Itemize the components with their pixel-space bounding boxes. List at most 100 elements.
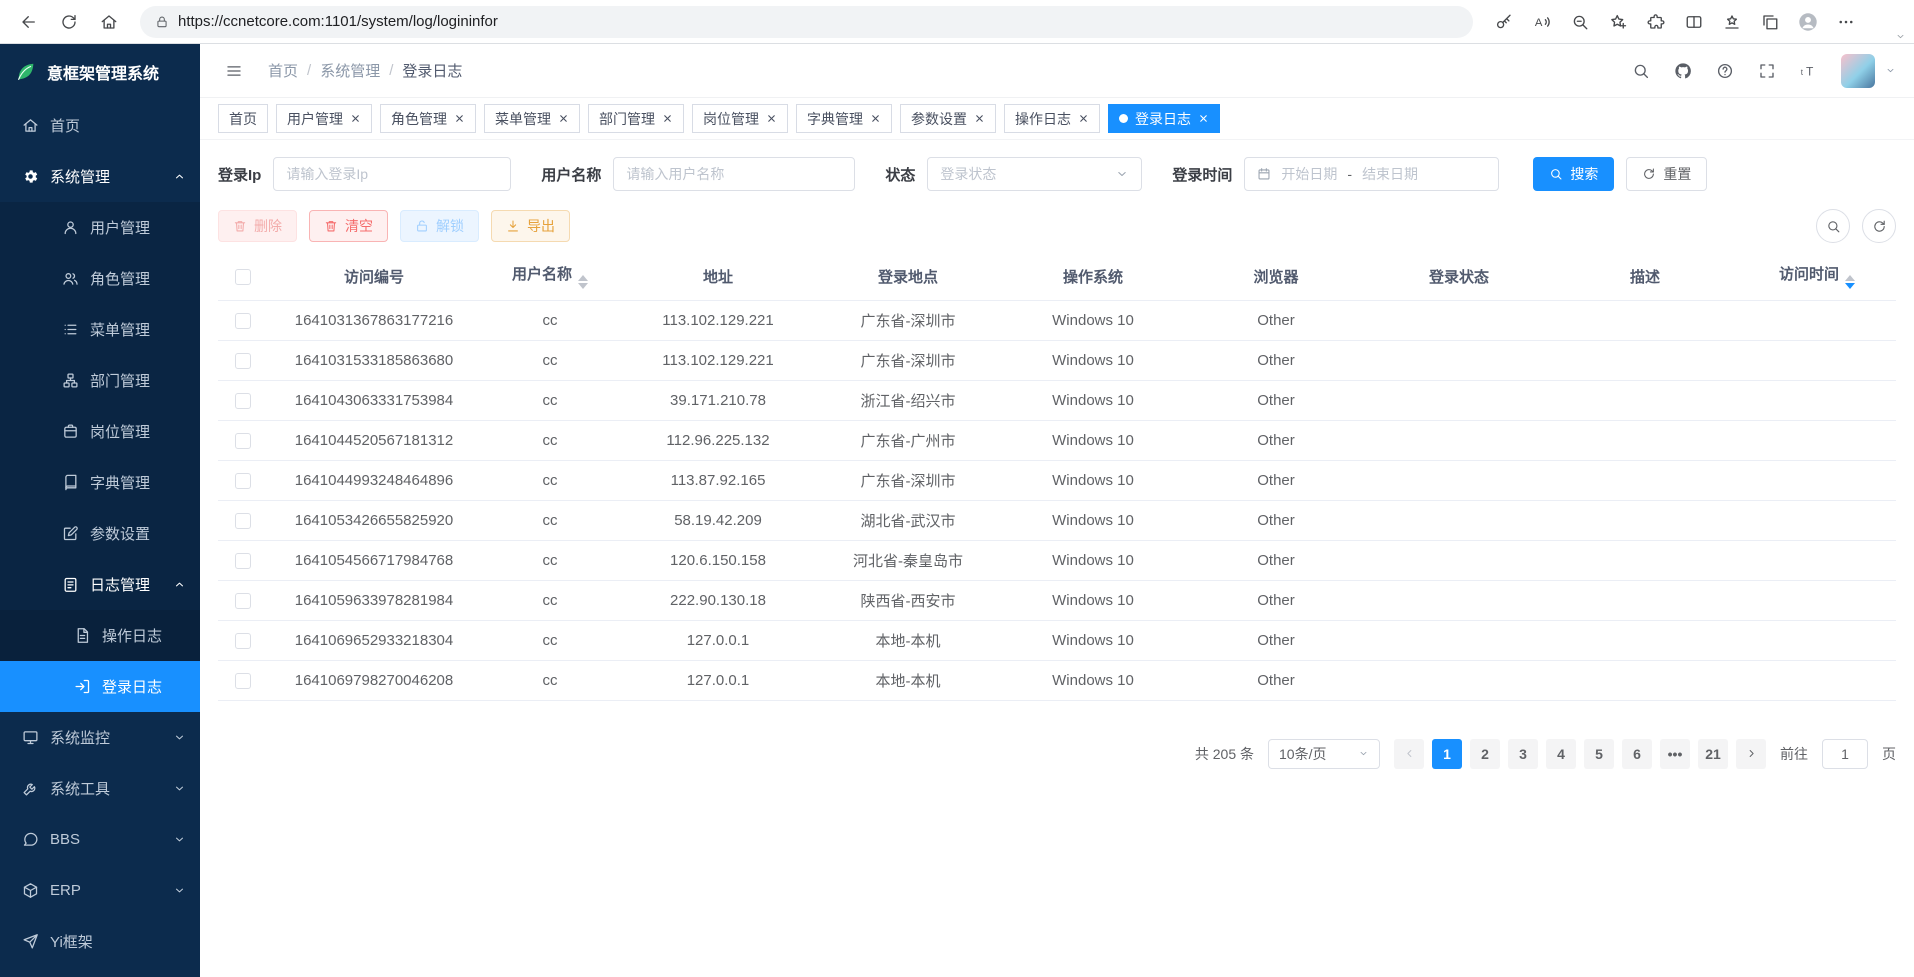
- table-row[interactable]: 1641069652933218304 cc 127.0.0.1 本地-本机 W…: [218, 620, 1896, 660]
- login-ip-input[interactable]: [273, 157, 511, 191]
- close-icon[interactable]: [662, 113, 673, 124]
- row-checkbox[interactable]: [235, 633, 251, 649]
- close-icon[interactable]: [766, 113, 777, 124]
- sidebar-item-menu-mgmt[interactable]: 菜单管理: [0, 304, 200, 355]
- browser-profile-button[interactable]: [1789, 4, 1827, 40]
- date-range-picker[interactable]: 开始日期 - 结束日期: [1244, 157, 1499, 191]
- tab-login-log[interactable]: 登录日志: [1108, 104, 1220, 133]
- page-button[interactable]: 21: [1698, 739, 1728, 769]
- password-manager-button[interactable]: [1485, 4, 1523, 40]
- row-checkbox[interactable]: [235, 593, 251, 609]
- close-icon[interactable]: [1198, 113, 1209, 124]
- table-row[interactable]: 1641053426655825920 cc 58.19.42.209 湖北省-…: [218, 500, 1896, 540]
- browser-home-button[interactable]: [90, 4, 128, 40]
- tab-role-mgmt[interactable]: 角色管理: [380, 104, 476, 133]
- sidebar-item-home[interactable]: 首页: [0, 100, 200, 151]
- sidebar-item-login-log[interactable]: 登录日志: [0, 661, 200, 712]
- breadcrumb-system-mgmt[interactable]: 系统管理: [320, 60, 380, 81]
- tab-menu-mgmt[interactable]: 菜单管理: [484, 104, 580, 133]
- refresh-button[interactable]: [50, 4, 88, 40]
- sidebar-item-erp[interactable]: ERP: [0, 865, 200, 916]
- row-checkbox[interactable]: [235, 673, 251, 689]
- table-row[interactable]: 1641031367863177216 cc 113.102.129.221 广…: [218, 300, 1896, 340]
- refresh-table-button[interactable]: [1862, 209, 1896, 243]
- header-search-button[interactable]: [1625, 55, 1657, 87]
- page-button[interactable]: 2: [1470, 739, 1500, 769]
- close-icon[interactable]: [1078, 113, 1089, 124]
- start-date-placeholder[interactable]: 开始日期: [1281, 164, 1337, 184]
- table-row[interactable]: 1641043063331753984 cc 39.171.210.78 浙江省…: [218, 380, 1896, 420]
- user-name-input[interactable]: [613, 157, 855, 191]
- sidebar-item-bbs[interactable]: BBS: [0, 814, 200, 865]
- tab-post-mgmt[interactable]: 岗位管理: [692, 104, 788, 133]
- sidebar-item-dept-mgmt[interactable]: 部门管理: [0, 355, 200, 406]
- favorites-bar-button[interactable]: [1713, 4, 1751, 40]
- table-row[interactable]: 1641044993248464896 cc 113.87.92.165 广东省…: [218, 460, 1896, 500]
- goto-page-input[interactable]: [1822, 739, 1868, 769]
- export-button[interactable]: 导出: [491, 210, 570, 242]
- fullscreen-button[interactable]: [1751, 55, 1783, 87]
- read-aloud-button[interactable]: [1523, 4, 1561, 40]
- sidebar-item-yi-framework[interactable]: Yi框架: [0, 916, 200, 967]
- sidebar-item-operation-log[interactable]: 操作日志: [0, 610, 200, 661]
- row-checkbox[interactable]: [235, 353, 251, 369]
- lock-icon[interactable]: [155, 15, 169, 29]
- close-icon[interactable]: [558, 113, 569, 124]
- end-date-placeholder[interactable]: 结束日期: [1362, 164, 1418, 184]
- back-button[interactable]: [10, 4, 48, 40]
- select-all-checkbox[interactable]: [235, 269, 251, 285]
- reset-button[interactable]: 重置: [1626, 157, 1707, 191]
- browser-settings-button[interactable]: [1827, 4, 1865, 40]
- page-button[interactable]: •••: [1660, 739, 1690, 769]
- page-button[interactable]: 5: [1584, 739, 1614, 769]
- github-button[interactable]: [1667, 55, 1699, 87]
- row-checkbox[interactable]: [235, 393, 251, 409]
- sidebar-item-log-mgmt[interactable]: 日志管理: [0, 559, 200, 610]
- sidebar-item-system-mgmt[interactable]: 系统管理: [0, 151, 200, 202]
- split-screen-button[interactable]: [1675, 4, 1713, 40]
- close-icon[interactable]: [974, 113, 985, 124]
- chevron-down-icon[interactable]: [1895, 31, 1906, 42]
- breadcrumb-home[interactable]: 首页: [268, 60, 298, 81]
- tab-dept-mgmt[interactable]: 部门管理: [588, 104, 684, 133]
- table-row[interactable]: 1641044520567181312 cc 112.96.225.132 广东…: [218, 420, 1896, 460]
- sidebar-item-dict-mgmt[interactable]: 字典管理: [0, 457, 200, 508]
- extensions-button[interactable]: [1637, 4, 1675, 40]
- page-size-select[interactable]: 10条/页: [1268, 739, 1380, 769]
- row-checkbox[interactable]: [235, 513, 251, 529]
- sidebar-item-user-mgmt[interactable]: 用户管理: [0, 202, 200, 253]
- prev-page-button[interactable]: [1394, 739, 1424, 769]
- sidebar-item-role-mgmt[interactable]: 角色管理: [0, 253, 200, 304]
- sidebar-item-post-mgmt[interactable]: 岗位管理: [0, 406, 200, 457]
- page-button[interactable]: 4: [1546, 739, 1576, 769]
- table-row[interactable]: 1641031533185863680 cc 113.102.129.221 广…: [218, 340, 1896, 380]
- sidebar-item-system-tools[interactable]: 系统工具: [0, 763, 200, 814]
- unlock-button[interactable]: 解锁: [400, 210, 479, 242]
- tab-operation-log[interactable]: 操作日志: [1004, 104, 1100, 133]
- page-button[interactable]: 3: [1508, 739, 1538, 769]
- page-button[interactable]: 6: [1622, 739, 1652, 769]
- clear-button[interactable]: 清空: [309, 210, 388, 242]
- sort-icon[interactable]: [1845, 275, 1855, 289]
- row-checkbox[interactable]: [235, 553, 251, 569]
- status-select[interactable]: 登录状态: [927, 157, 1142, 191]
- toggle-search-button[interactable]: [1816, 209, 1850, 243]
- sort-icon[interactable]: [578, 275, 588, 289]
- collections-button[interactable]: [1751, 4, 1789, 40]
- delete-button[interactable]: 删除: [218, 210, 297, 242]
- table-row[interactable]: 1641054566717984768 cc 120.6.150.158 河北省…: [218, 540, 1896, 580]
- user-avatar[interactable]: [1841, 54, 1875, 88]
- row-checkbox[interactable]: [235, 473, 251, 489]
- sidebar-item-system-monitor[interactable]: 系统监控: [0, 712, 200, 763]
- table-row[interactable]: 1641069798270046208 cc 127.0.0.1 本地-本机 W…: [218, 660, 1896, 700]
- zoom-button[interactable]: [1561, 4, 1599, 40]
- search-button[interactable]: 搜索: [1533, 157, 1614, 191]
- add-favorite-button[interactable]: [1599, 4, 1637, 40]
- close-icon[interactable]: [870, 113, 881, 124]
- help-button[interactable]: [1709, 55, 1741, 87]
- address-bar[interactable]: https://ccnetcore.com:1101/system/log/lo…: [140, 6, 1473, 38]
- collapse-sidebar-button[interactable]: [218, 55, 250, 87]
- row-checkbox[interactable]: [235, 433, 251, 449]
- sidebar-item-param-settings[interactable]: 参数设置: [0, 508, 200, 559]
- font-size-button[interactable]: [1793, 55, 1825, 87]
